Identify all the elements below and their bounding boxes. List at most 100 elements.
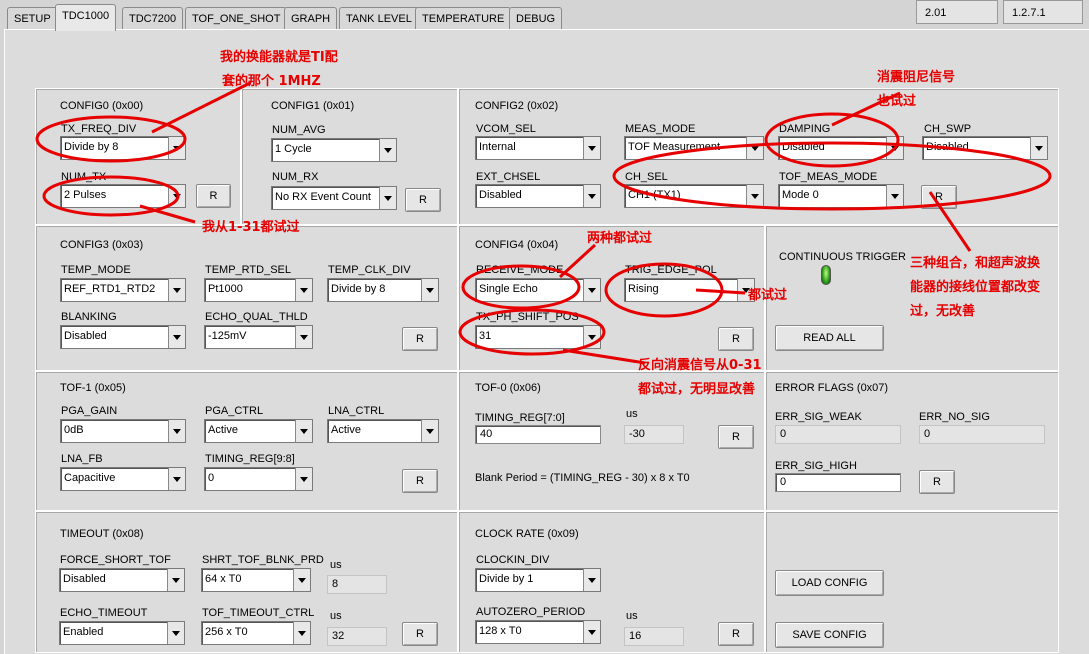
config1-title: CONFIG1 (0x01) <box>271 100 355 112</box>
echo-qual-thld-select[interactable]: -125mV <box>204 325 313 349</box>
ch-sel-select[interactable]: CH1 (TX1) <box>624 184 764 208</box>
chevron-down-icon <box>293 569 310 591</box>
temp-clk-div-select[interactable]: Divide by 8 <box>327 278 439 302</box>
shrt-tof-blnk-prd-select[interactable]: 64 x T0 <box>201 568 311 592</box>
annotation-3-line1: 消震阻尼信号 <box>877 70 956 85</box>
read-all-button[interactable]: READ ALL <box>775 325 884 351</box>
tx-ph-shift-pos-select[interactable]: 31 <box>475 325 601 349</box>
timing-reg70-label: TIMING_REG[7:0] <box>475 412 565 424</box>
echo-timeout-select[interactable]: Enabled <box>59 621 185 645</box>
config2-read-button[interactable]: R <box>921 185 957 209</box>
timeout-us2-label: us <box>330 610 342 622</box>
echo-qual-thld-label: ECHO_QUAL_THLD <box>205 311 308 323</box>
tof-timeout-ctrl-label: TOF_TIMEOUT_CTRL <box>202 607 315 619</box>
tab-tdc1000[interactable]: TDC1000 <box>55 4 117 31</box>
num-tx-select[interactable]: 2 Pulses <box>60 184 186 208</box>
tab-setup[interactable]: SETUP <box>7 7 58 29</box>
err-sig-high-value: 0 <box>775 473 901 492</box>
num-rx-select[interactable]: No RX Event Count <box>271 186 397 210</box>
lna-ctrl-select[interactable]: Active <box>327 419 439 443</box>
timeout-read-button[interactable]: R <box>402 622 438 646</box>
err-sig-weak-label: ERR_SIG_WEAK <box>775 411 862 423</box>
ext-chsel-label: EXT_CHSEL <box>476 171 541 183</box>
clockin-div-label: CLOCKIN_DIV <box>476 554 550 566</box>
tab-tdc7200[interactable]: TDC7200 <box>122 7 184 29</box>
annotation-1-line1: 我的换能器就是TI配 <box>220 50 338 65</box>
ch-sel-label: CH_SEL <box>625 171 668 183</box>
tof-meas-mode-select[interactable]: Mode 0 <box>778 184 904 208</box>
clock-us-value: 16 <box>624 627 684 646</box>
pga-ctrl-label: PGA_CTRL <box>205 405 264 417</box>
blanking-select[interactable]: Disabled <box>60 325 186 349</box>
chevron-down-icon <box>1030 137 1047 159</box>
ext-chsel-select[interactable]: Disabled <box>475 184 601 208</box>
damping-select[interactable]: Disabled <box>778 136 904 160</box>
pga-gain-select[interactable]: 0dB <box>60 419 186 443</box>
load-config-button[interactable]: LOAD CONFIG <box>775 570 884 596</box>
software-version: 1.2.7.1 <box>1003 0 1083 24</box>
tab-graph[interactable]: GRAPH <box>284 7 338 29</box>
chevron-down-icon <box>746 185 763 207</box>
continuous-trigger-led[interactable] <box>821 265 831 285</box>
tab-temperature[interactable]: TEMPERATURE <box>415 7 512 29</box>
temp-rtd-sel-select[interactable]: Pt1000 <box>204 278 313 302</box>
pga-gain-label: PGA_GAIN <box>61 405 118 417</box>
vcom-sel-select[interactable]: Internal <box>475 136 601 160</box>
chevron-down-icon <box>295 420 312 442</box>
tab-debug[interactable]: DEBUG <box>509 7 563 29</box>
autozero-period-select[interactable]: 128 x T0 <box>475 620 601 644</box>
annotation-4: 两种都试过 <box>587 231 653 246</box>
temp-mode-select[interactable]: REF_RTD1_RTD2 <box>60 278 186 302</box>
tof0-read-button[interactable]: R <box>718 425 754 449</box>
err-no-sig-label: ERR_NO_SIG <box>919 411 990 423</box>
continuous-trigger-label: CONTINUOUS TRIGGER <box>779 251 906 263</box>
config3-read-button[interactable]: R <box>402 327 438 351</box>
tab-tank-level[interactable]: TANK LEVEL <box>339 7 419 29</box>
config4-read-button[interactable]: R <box>718 327 754 351</box>
vcom-sel-label: VCOM_SEL <box>476 123 536 135</box>
chevron-down-icon <box>379 139 396 161</box>
shrt-tof-blnk-prd-label: SHRT_TOF_BLNK_PRD <box>202 554 324 566</box>
timing-reg98-label: TIMING_REG[9:8] <box>205 453 295 465</box>
annotation-3-line2: 也试过 <box>877 94 917 109</box>
timeout-title: TIMEOUT (0x08) <box>60 528 144 540</box>
ch-swp-select[interactable]: Disabled <box>922 136 1048 160</box>
config0-read-button[interactable]: R <box>196 184 231 208</box>
clock-rate-title: CLOCK RATE (0x09) <box>475 528 579 540</box>
tof-timeout-ctrl-select[interactable]: 256 x T0 <box>201 621 311 645</box>
tof1-read-button[interactable]: R <box>402 469 438 493</box>
annotation-2: 我从1-31都试过 <box>202 220 300 235</box>
chevron-down-icon <box>583 326 600 348</box>
trig-edge-pol-label: TRIG_EDGE_POL <box>625 264 717 276</box>
chevron-down-icon <box>379 187 396 209</box>
annotation-6-line1: 三种组合，和超声波换 <box>910 256 1041 271</box>
config1-read-button[interactable]: R <box>405 188 441 212</box>
tx-freq-div-select[interactable]: Divide by 8 <box>60 136 186 160</box>
receive-mode-select[interactable]: Single Echo <box>475 278 601 302</box>
num-tx-label: NUM_TX <box>61 171 107 183</box>
tab-tof-one-shot[interactable]: TOF_ONE_SHOT <box>185 7 288 29</box>
lna-fb-select[interactable]: Capacitive <box>60 467 186 491</box>
chevron-down-icon <box>583 569 600 591</box>
force-short-tof-select[interactable]: Disabled <box>59 568 185 592</box>
firmware-version: 2.01 <box>916 0 998 24</box>
clockin-div-select[interactable]: Divide by 1 <box>475 568 601 592</box>
pga-ctrl-select[interactable]: Active <box>204 419 313 443</box>
timeout-us1-value: 8 <box>327 575 387 594</box>
lna-fb-label: LNA_FB <box>61 453 103 465</box>
clock-rate-read-button[interactable]: R <box>718 622 754 646</box>
error-flags-read-button[interactable]: R <box>919 470 955 494</box>
annotation-7-line2: 都试过，无明显改善 <box>638 382 756 397</box>
chevron-down-icon <box>886 185 903 207</box>
timing-reg98-select[interactable]: 0 <box>204 467 313 491</box>
timing-reg70-input[interactable]: 40 <box>475 425 601 444</box>
chevron-down-icon <box>421 279 438 301</box>
save-config-button[interactable]: SAVE CONFIG <box>775 622 884 648</box>
num-avg-select[interactable]: 1 Cycle <box>271 138 397 162</box>
tof0-title: TOF-0 (0x06) <box>475 382 541 394</box>
trig-edge-pol-select[interactable]: Rising <box>624 278 755 302</box>
tab-bar: SETUP TDC1000 TDC7200 TOF_ONE_SHOT GRAPH… <box>0 0 1089 31</box>
annotation-5: 都试过 <box>748 288 788 303</box>
tof-meas-mode-label: TOF_MEAS_MODE <box>779 171 878 183</box>
meas-mode-select[interactable]: TOF Measurement <box>624 136 764 160</box>
